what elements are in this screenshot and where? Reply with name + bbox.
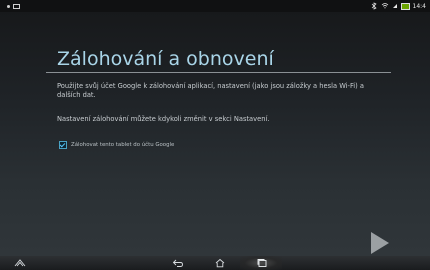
screenshot-icon <box>13 3 20 9</box>
bluetooth-icon <box>371 2 377 10</box>
page-title: Zálohování a obnovení <box>57 48 274 70</box>
settings-note: Nastavení zálohování můžete kdykoli změn… <box>57 115 270 123</box>
status-time: 14:4 <box>412 2 426 10</box>
title-divider <box>46 72 391 73</box>
navigation-bar <box>0 256 430 270</box>
backup-checkbox-label: Zálohovat tento tablet do účtu Google <box>71 142 175 148</box>
home-icon[interactable] <box>213 258 227 268</box>
backup-description: Použijte svůj účet Google k zálohování a… <box>57 82 364 99</box>
backup-checkbox-row[interactable]: Zálohovat tento tablet do účtu Google <box>59 141 174 149</box>
setup-screen: Zálohování a obnovení Použijte svůj účet… <box>0 12 430 256</box>
back-icon[interactable] <box>172 258 184 268</box>
asus-icon[interactable] <box>14 258 26 268</box>
status-right-icons: 14:4 <box>370 2 430 10</box>
status-left-icons <box>0 3 20 9</box>
signal-icon <box>392 4 397 8</box>
next-button[interactable] <box>371 232 389 254</box>
status-bar: 14:4 <box>0 0 430 12</box>
wifi-icon <box>381 3 388 9</box>
backup-checkbox[interactable] <box>59 141 67 149</box>
battery-icon <box>400 2 410 10</box>
notification-dot-icon <box>7 4 10 8</box>
recent-apps-icon[interactable] <box>256 258 268 268</box>
